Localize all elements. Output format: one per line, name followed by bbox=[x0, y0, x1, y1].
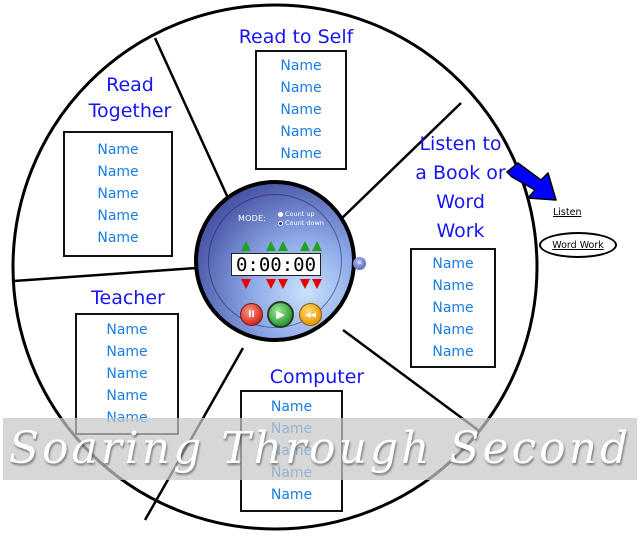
rewind-icon: ◀◀ bbox=[305, 310, 316, 319]
name-slot[interactable]: Name bbox=[97, 227, 138, 249]
name-slot[interactable]: Name bbox=[280, 121, 321, 143]
station-title-line: Read bbox=[106, 74, 154, 96]
listen-link[interactable]: Listen bbox=[553, 207, 581, 218]
decrement-tens-seconds-button[interactable] bbox=[300, 279, 310, 289]
name-slot[interactable]: Name bbox=[432, 319, 473, 341]
name-box-read-to-self: Name Name Name Name Name bbox=[255, 50, 347, 170]
collapse-button[interactable]: « bbox=[353, 257, 366, 270]
increment-tens-minutes-button[interactable] bbox=[266, 241, 276, 251]
station-title-line: Work bbox=[436, 220, 485, 242]
name-slot[interactable]: Name bbox=[432, 253, 473, 275]
name-box-read-together: Name Name Name Name Name bbox=[63, 131, 173, 257]
increment-minutes-button[interactable] bbox=[278, 241, 288, 251]
name-slot[interactable]: Name bbox=[432, 275, 473, 297]
name-slot[interactable]: Name bbox=[432, 341, 473, 363]
timer-display: 0:00:00 bbox=[231, 253, 321, 276]
timer-widget: MODE: Count up Count down 0:00:00 II ▶ ◀… bbox=[194, 180, 366, 342]
watermark-text: Soaring Through Second bbox=[8, 423, 632, 474]
play-icon: ▶ bbox=[276, 308, 285, 321]
name-slot[interactable]: Name bbox=[97, 183, 138, 205]
word-work-link[interactable]: Word Work bbox=[552, 240, 604, 251]
station-title-teacher: Teacher bbox=[91, 287, 165, 309]
name-slot[interactable]: Name bbox=[271, 396, 312, 418]
decrement-hours-button[interactable] bbox=[241, 279, 251, 289]
name-slot[interactable]: Name bbox=[280, 143, 321, 165]
word-work-option[interactable]: Word Work bbox=[539, 232, 617, 258]
name-slot[interactable]: Name bbox=[280, 77, 321, 99]
decrement-seconds-button[interactable] bbox=[312, 279, 322, 289]
decrement-tens-minutes-button[interactable] bbox=[266, 279, 276, 289]
name-slot[interactable]: Name bbox=[97, 139, 138, 161]
name-slot[interactable]: Name bbox=[106, 363, 147, 385]
name-slot[interactable]: Name bbox=[432, 297, 473, 319]
name-slot[interactable]: Name bbox=[106, 319, 147, 341]
station-title-line: Listen to bbox=[419, 133, 502, 155]
name-slot[interactable]: Name bbox=[97, 161, 138, 183]
mode-option-count-up[interactable]: Count up bbox=[278, 210, 315, 218]
pause-button[interactable]: II bbox=[240, 303, 263, 326]
name-slot[interactable]: Name bbox=[280, 99, 321, 121]
reset-button[interactable]: ◀◀ bbox=[299, 303, 322, 326]
name-slot[interactable]: Name bbox=[271, 484, 312, 506]
mode-option-count-down[interactable]: Count down bbox=[278, 219, 324, 227]
station-title-listen-word-work: Listen to a Book or Word Work bbox=[403, 130, 518, 246]
radio-selected-icon[interactable] bbox=[278, 220, 283, 226]
play-button[interactable]: ▶ bbox=[267, 301, 294, 328]
name-slot[interactable]: Name bbox=[280, 55, 321, 77]
radio-icon[interactable] bbox=[278, 211, 283, 217]
name-box-teacher: Name Name Name Name Name bbox=[75, 313, 179, 435]
name-slot[interactable]: Name bbox=[106, 385, 147, 407]
double-chevron-left-icon: « bbox=[356, 258, 363, 268]
mode-label: MODE: bbox=[238, 214, 267, 223]
station-title-line: Word bbox=[436, 191, 485, 213]
name-slot[interactable]: Name bbox=[106, 341, 147, 363]
increment-seconds-button[interactable] bbox=[312, 241, 322, 251]
station-title-read-to-self: Read to Self bbox=[238, 26, 354, 48]
name-box-listen-word-work: Name Name Name Name Name bbox=[410, 248, 496, 368]
increment-hours-button[interactable] bbox=[241, 241, 251, 251]
name-slot[interactable]: Name bbox=[97, 205, 138, 227]
decrement-minutes-button[interactable] bbox=[278, 279, 288, 289]
pause-icon: II bbox=[248, 309, 255, 320]
station-title-computer: Computer bbox=[269, 366, 365, 388]
increment-tens-seconds-button[interactable] bbox=[300, 241, 310, 251]
station-title-line: a Book or bbox=[415, 162, 506, 184]
mode-option-label: Count down bbox=[285, 219, 324, 227]
station-title-read-together: Read Together bbox=[75, 72, 185, 124]
station-title-line: Together bbox=[88, 100, 172, 122]
mode-option-label: Count up bbox=[285, 210, 315, 218]
